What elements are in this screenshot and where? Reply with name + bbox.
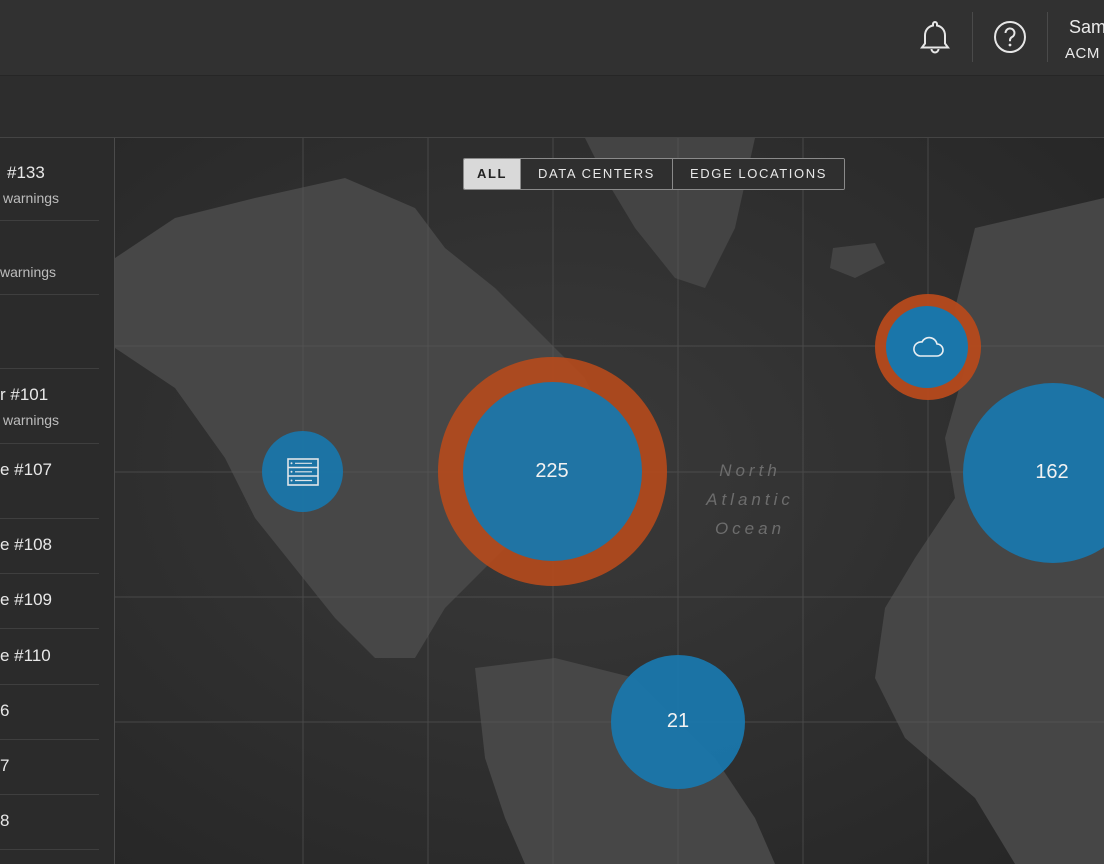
- server-marker[interactable]: [262, 431, 343, 512]
- sidebar-list: #133 warnings warnings r #101 warnings e…: [0, 138, 115, 864]
- divider: [1047, 12, 1048, 62]
- user-name[interactable]: Sam: [1069, 17, 1104, 38]
- list-item[interactable]: e #109: [0, 573, 99, 629]
- list-item-title: #133: [7, 163, 45, 182]
- ocean-label: North Atlantic Ocean: [690, 456, 810, 543]
- list-item-title: 8: [0, 811, 10, 830]
- ocean-label-line: North: [719, 461, 781, 480]
- filter-data-centers-button[interactable]: DATA CENTERS: [521, 159, 673, 189]
- list-item-subtitle: warnings: [3, 190, 60, 206]
- list-item[interactable]: #133 warnings: [0, 138, 99, 221]
- cluster-count: 21: [666, 710, 690, 732]
- divider: [972, 12, 973, 62]
- filter-edge-locations-button[interactable]: EDGE LOCATIONS: [672, 159, 844, 189]
- list-item-title: e #107: [0, 460, 52, 479]
- list-item-title: r #101: [0, 385, 49, 404]
- cluster-count: 162: [1035, 461, 1069, 483]
- ocean-label-line: Ocean: [714, 519, 786, 538]
- list-item-title: 6: [0, 701, 10, 720]
- list-item-subtitle: warnings: [0, 264, 57, 280]
- list-item[interactable]: 8: [0, 794, 99, 850]
- list-item[interactable]: warnings: [0, 220, 99, 295]
- list-item[interactable]: 6: [0, 684, 99, 740]
- cloud-icon: [913, 336, 944, 357]
- top-bar: Sam ACM: [0, 0, 1104, 76]
- list-item-subtitle: warnings: [3, 412, 60, 428]
- cluster-count: 225: [535, 460, 569, 482]
- list-item[interactable]: 7: [0, 739, 99, 795]
- list-item[interactable]: e #107: [0, 443, 99, 519]
- list-item[interactable]: [0, 294, 99, 369]
- sub-header: [0, 76, 1104, 138]
- bell-icon[interactable]: [915, 17, 955, 57]
- location-filter: ALL DATA CENTERS EDGE LOCATIONS: [463, 158, 845, 190]
- list-item[interactable]: e #110: [0, 628, 99, 685]
- question-circle-icon[interactable]: [990, 17, 1030, 57]
- ocean-label-line: Atlantic: [706, 490, 794, 509]
- list-item-title: e #109: [0, 590, 52, 609]
- list-item-title: 7: [0, 756, 10, 775]
- list-item[interactable]: r #101 warnings: [0, 368, 99, 444]
- list-item[interactable]: e #108: [0, 518, 99, 574]
- list-item-title: e #110: [0, 646, 51, 665]
- list-item-title: e #108: [0, 535, 52, 554]
- user-org[interactable]: ACM: [1065, 45, 1100, 62]
- server-icon: [287, 458, 319, 486]
- filter-all-button[interactable]: ALL: [464, 159, 521, 189]
